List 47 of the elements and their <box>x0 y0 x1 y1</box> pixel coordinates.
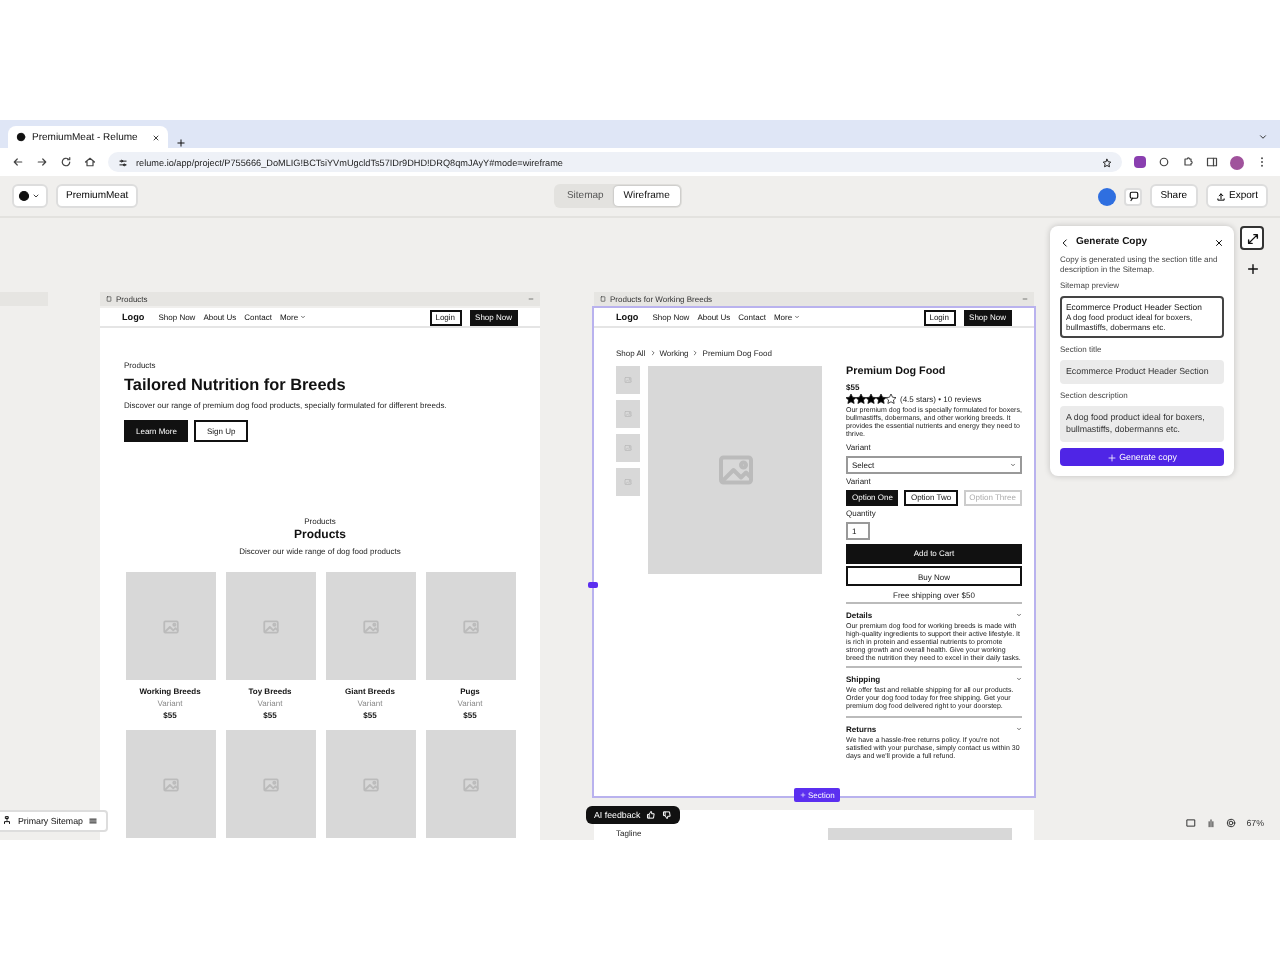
home-icon[interactable] <box>84 156 96 168</box>
app-menu[interactable] <box>12 184 48 208</box>
image-icon <box>261 775 279 793</box>
resize-handle[interactable] <box>588 582 598 588</box>
menu-icon[interactable] <box>1256 156 1268 168</box>
image-icon <box>715 450 755 490</box>
hero-heading: Tailored Nutrition for Breeds <box>124 376 346 394</box>
sparkle-icon <box>1107 453 1116 462</box>
collapse-button[interactable] <box>1240 226 1264 250</box>
site-info-icon <box>118 157 128 167</box>
comment-icon <box>1127 190 1140 202</box>
logo-icon <box>18 190 30 202</box>
new-tab-icon[interactable] <box>176 138 186 148</box>
forward-icon[interactable] <box>36 156 48 168</box>
image-icon <box>161 775 179 793</box>
back-icon[interactable] <box>1060 237 1070 247</box>
collapse-icon <box>1245 231 1259 245</box>
comments-button[interactable] <box>1124 187 1143 205</box>
plus-icon <box>800 792 806 798</box>
star-icon <box>1102 157 1112 167</box>
thumbs-up-icon[interactable] <box>646 810 657 820</box>
page-icon <box>106 296 112 302</box>
image-icon <box>361 617 379 635</box>
thumbs-down-icon[interactable] <box>662 810 673 820</box>
sitemap-icon <box>2 816 12 826</box>
image-icon <box>361 775 379 793</box>
user-avatar[interactable] <box>1098 187 1117 205</box>
layout-icon[interactable] <box>1186 818 1197 828</box>
image-icon <box>461 775 479 793</box>
upload-icon <box>1215 191 1226 201</box>
image-icon <box>161 617 179 635</box>
more-icon <box>528 296 534 302</box>
globe-icon <box>16 132 26 142</box>
settings-icon[interactable] <box>1226 818 1237 828</box>
reload-icon[interactable] <box>60 156 72 168</box>
image-icon <box>261 617 279 635</box>
caret-icon[interactable] <box>1258 132 1268 142</box>
plus-icon <box>1245 261 1259 275</box>
page-icon <box>600 296 606 302</box>
close-icon[interactable] <box>1214 237 1224 247</box>
more-icon <box>1022 296 1028 302</box>
image-icon <box>461 617 479 635</box>
profile-avatar[interactable] <box>1230 155 1244 169</box>
sidebar-icon[interactable] <box>1206 156 1218 168</box>
back-icon[interactable] <box>12 156 24 168</box>
menu-icon <box>88 816 99 826</box>
close-icon <box>152 133 160 141</box>
